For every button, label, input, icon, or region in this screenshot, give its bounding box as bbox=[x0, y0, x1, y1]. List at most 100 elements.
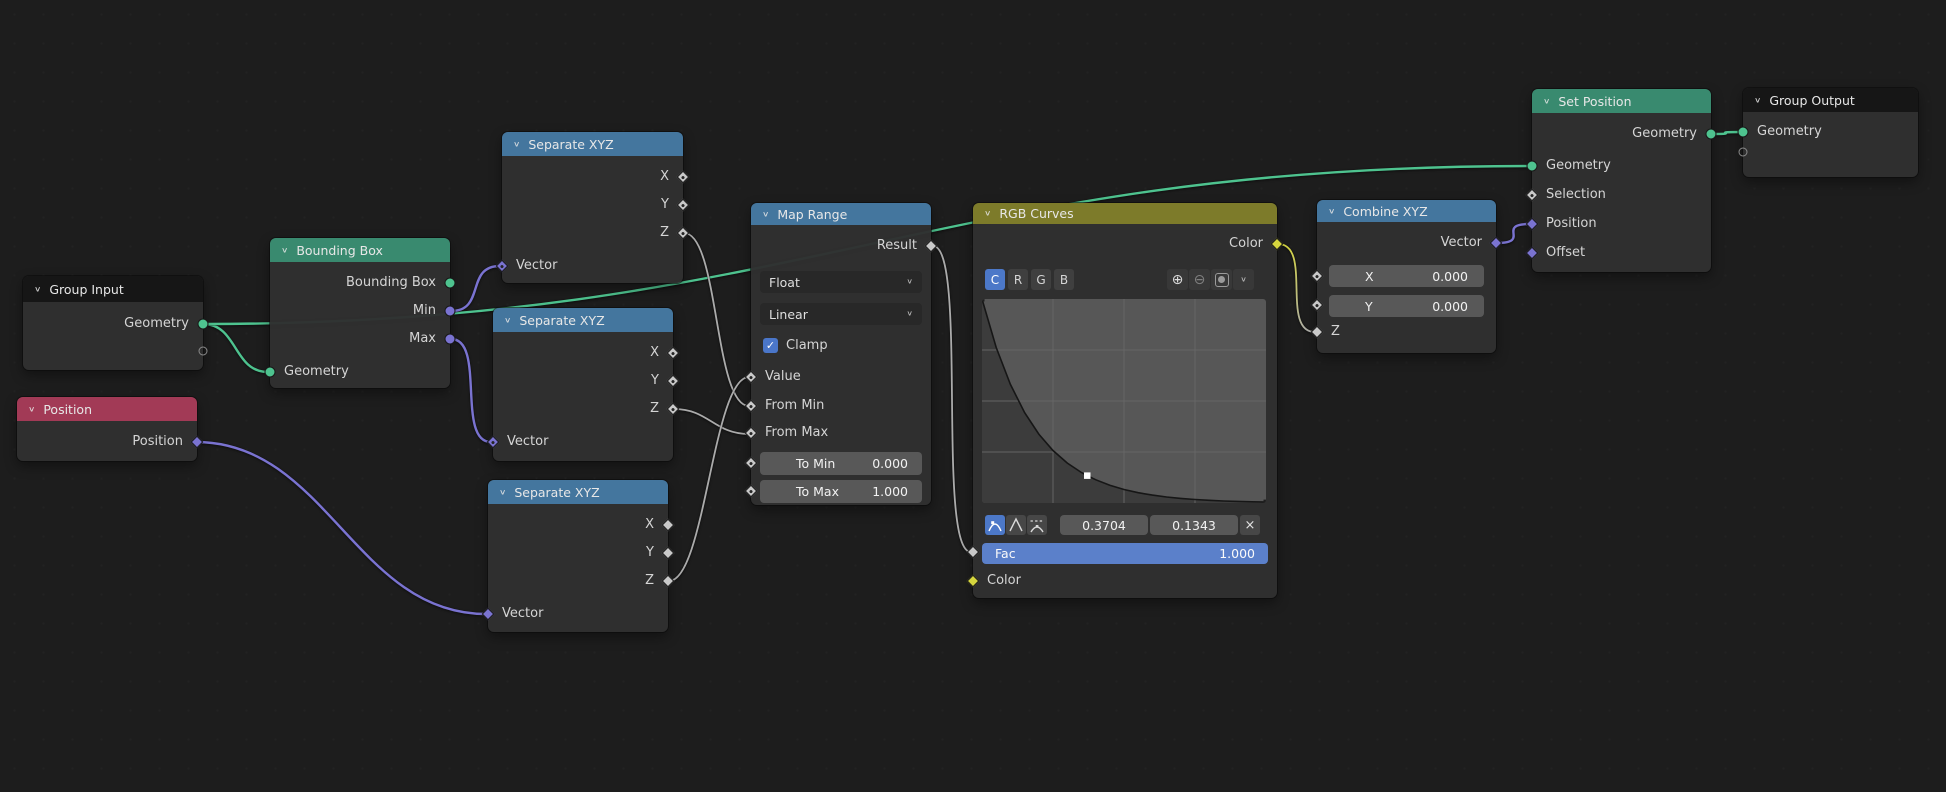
node-header-set-position[interactable]: ∨ Set Position bbox=[1532, 89, 1711, 113]
socket-virtual-input[interactable] bbox=[1739, 148, 1748, 157]
output-label-color: Color bbox=[1229, 234, 1263, 254]
output-label-z: Z bbox=[650, 399, 659, 419]
collapse-chevron-icon[interactable]: ∨ bbox=[34, 285, 41, 293]
collapse-chevron-icon[interactable]: ∨ bbox=[984, 209, 991, 217]
handle-auto-clamped-button[interactable] bbox=[1027, 515, 1047, 535]
wire-min-to-separate1-vector[interactable] bbox=[451, 266, 500, 311]
socket-geometry-output[interactable] bbox=[198, 319, 209, 330]
curve-editor[interactable] bbox=[982, 299, 1266, 503]
data-type-value: Float bbox=[769, 275, 800, 290]
collapse-chevron-icon[interactable]: ∨ bbox=[762, 210, 769, 218]
collapse-chevron-icon[interactable]: ∨ bbox=[1543, 97, 1550, 105]
node-separate-xyz-1[interactable]: ∨ Separate XYZ X Y Z Vector bbox=[502, 132, 683, 283]
to-min-label: To Min bbox=[796, 456, 835, 471]
collapse-chevron-icon[interactable]: ∨ bbox=[504, 316, 511, 324]
x-value: 0.000 bbox=[1432, 269, 1468, 284]
node-header-bounding-box[interactable]: ∨ Bounding Box bbox=[270, 238, 450, 262]
collapse-chevron-icon[interactable]: ∨ bbox=[513, 140, 520, 148]
y-value: 0.000 bbox=[1432, 299, 1468, 314]
point-x-field[interactable]: 0.3704 bbox=[1060, 515, 1148, 535]
node-header-rgb-curves[interactable]: ∨ RGB Curves bbox=[973, 203, 1277, 224]
node-header-map-range[interactable]: ∨ Map Range bbox=[751, 203, 931, 225]
node-editor-canvas[interactable]: { "icons": { "collapse_chevron": "∨", "d… bbox=[0, 0, 1946, 792]
black-point-icon bbox=[1215, 273, 1229, 287]
curve-selected-point[interactable] bbox=[1084, 472, 1091, 479]
y-field[interactable]: Y 0.000 bbox=[1329, 295, 1484, 317]
input-label-color: Color bbox=[987, 571, 1021, 591]
node-header-group-input[interactable]: ∨ Group Input bbox=[23, 276, 203, 302]
clamp-checkbox-row[interactable]: ✓ Clamp bbox=[763, 336, 828, 354]
output-label-z: Z bbox=[645, 571, 654, 591]
node-title: Separate XYZ bbox=[514, 485, 599, 500]
output-label-x: X bbox=[660, 167, 669, 187]
point-y-field[interactable]: 0.1343 bbox=[1150, 515, 1238, 535]
fac-slider[interactable]: Fac 1.000 bbox=[982, 543, 1268, 564]
input-label-z: Z bbox=[1331, 322, 1340, 342]
wire-color-to-combine-z[interactable] bbox=[1278, 244, 1315, 332]
wire-separate1-z-to-from-min[interactable] bbox=[684, 233, 749, 406]
collapse-chevron-icon[interactable]: ∨ bbox=[1754, 96, 1761, 104]
node-group-input[interactable]: ∨ Group Input Geometry bbox=[23, 276, 203, 370]
output-label-x: X bbox=[645, 515, 654, 535]
point-y-value: 0.1343 bbox=[1172, 518, 1216, 533]
to-max-field[interactable]: To Max 1.000 bbox=[760, 480, 922, 503]
socket-geometry-input[interactable] bbox=[1527, 161, 1538, 172]
output-label-x: X bbox=[650, 343, 659, 363]
channel-g-button[interactable]: G bbox=[1031, 269, 1051, 290]
socket-geometry-output[interactable] bbox=[1706, 129, 1717, 140]
clamp-checkbox-checked-icon[interactable]: ✓ bbox=[763, 338, 778, 353]
clipping-options-button[interactable] bbox=[1211, 269, 1232, 290]
data-type-dropdown[interactable]: Float ∨ bbox=[760, 271, 922, 293]
node-header-separate-xyz[interactable]: ∨ Separate XYZ bbox=[493, 308, 673, 332]
node-header-separate-xyz[interactable]: ∨ Separate XYZ bbox=[502, 132, 683, 156]
wire-position-to-separate3-vector[interactable] bbox=[196, 442, 486, 614]
wire-max-to-separate2-vector[interactable] bbox=[451, 339, 491, 442]
socket-min-output[interactable] bbox=[445, 306, 456, 317]
collapse-chevron-icon[interactable]: ∨ bbox=[499, 488, 506, 496]
wire-separate3-z-to-value[interactable] bbox=[669, 377, 749, 581]
wire-combine-vector-to-position[interactable] bbox=[1497, 224, 1530, 243]
node-map-range[interactable]: ∨ Map Range Result Float ∨ Linear ∨ ✓ Cl… bbox=[751, 203, 931, 505]
wire-group-input-to-bounding-box[interactable] bbox=[203, 324, 268, 372]
zoom-out-icon[interactable]: ⊖ bbox=[1189, 269, 1210, 290]
channel-r-button[interactable]: R bbox=[1008, 269, 1028, 290]
curve-extras-chevron-icon[interactable]: ∨ bbox=[1233, 269, 1254, 290]
socket-max-output[interactable] bbox=[445, 334, 456, 345]
zoom-in-icon[interactable]: ⊕ bbox=[1167, 269, 1188, 290]
node-group-output[interactable]: ∨ Group Output Geometry bbox=[1743, 88, 1918, 177]
node-rgb-curves[interactable]: ∨ RGB Curves Color C R G B ⊕ ⊖ ∨ bbox=[973, 203, 1277, 598]
x-field[interactable]: X 0.000 bbox=[1329, 265, 1484, 287]
node-position[interactable]: ∨ Position Position bbox=[17, 397, 197, 461]
wire-result-to-fac[interactable] bbox=[933, 246, 971, 552]
input-label-selection: Selection bbox=[1546, 185, 1606, 205]
socket-bounding-box-output[interactable] bbox=[445, 278, 456, 289]
socket-geometry-input[interactable] bbox=[1738, 127, 1749, 138]
node-title: Group Input bbox=[49, 282, 123, 297]
interpolation-dropdown[interactable]: Linear ∨ bbox=[760, 303, 922, 325]
handle-auto-button[interactable] bbox=[985, 515, 1005, 535]
channel-c-button[interactable]: C bbox=[985, 269, 1005, 290]
collapse-chevron-icon[interactable]: ∨ bbox=[281, 246, 288, 254]
node-header-separate-xyz[interactable]: ∨ Separate XYZ bbox=[488, 480, 668, 504]
input-label-vector: Vector bbox=[516, 256, 557, 276]
node-separate-xyz-3[interactable]: ∨ Separate XYZ X Y Z Vector bbox=[488, 480, 668, 632]
collapse-chevron-icon[interactable]: ∨ bbox=[28, 405, 35, 413]
interpolation-value: Linear bbox=[769, 307, 808, 322]
socket-geometry-input[interactable] bbox=[265, 367, 276, 378]
delete-point-button[interactable]: × bbox=[1240, 515, 1260, 535]
node-header-group-output[interactable]: ∨ Group Output bbox=[1743, 88, 1918, 112]
node-combine-xyz[interactable]: ∨ Combine XYZ Vector X 0.000 Y 0.000 Z bbox=[1317, 200, 1496, 353]
handle-vector-button[interactable] bbox=[1006, 515, 1026, 535]
input-label-from-min: From Min bbox=[765, 396, 824, 416]
channel-b-button[interactable]: B bbox=[1054, 269, 1074, 290]
wire-separate2-z-to-from-max[interactable] bbox=[674, 409, 749, 434]
collapse-chevron-icon[interactable]: ∨ bbox=[1328, 207, 1335, 215]
socket-virtual-output[interactable] bbox=[199, 347, 208, 356]
node-bounding-box[interactable]: ∨ Bounding Box Bounding Box Min Max Geom… bbox=[270, 238, 450, 388]
node-header-combine-xyz[interactable]: ∨ Combine XYZ bbox=[1317, 200, 1496, 222]
node-header-position[interactable]: ∨ Position bbox=[17, 397, 197, 421]
output-label-vector: Vector bbox=[1441, 233, 1482, 253]
node-separate-xyz-2[interactable]: ∨ Separate XYZ X Y Z Vector bbox=[493, 308, 673, 461]
node-set-position[interactable]: ∨ Set Position Geometry Geometry Selecti… bbox=[1532, 89, 1711, 272]
to-min-field[interactable]: To Min 0.000 bbox=[760, 452, 922, 475]
